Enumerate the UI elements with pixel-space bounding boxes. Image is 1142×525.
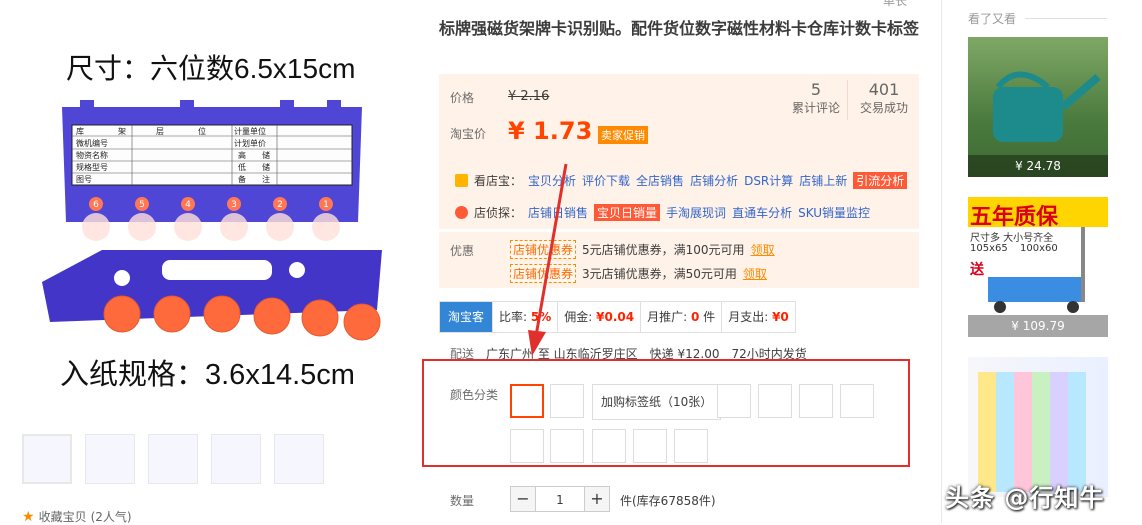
image-paper-text: 入纸规格：3.6x14.5cm <box>60 358 355 391</box>
svg-text:微机编号: 微机编号 <box>76 138 108 148</box>
svg-text:库: 库 <box>76 126 84 136</box>
link-ztc-analysis[interactable]: 直通车分析 <box>732 204 792 221</box>
quantity-label: 数量 <box>450 494 475 508</box>
product-main-image: 尺寸：六位数6.5x15cm 库架层位 计量单位 微机编号 计划单价 物资名称高储… <box>22 22 427 422</box>
svg-text:1: 1 <box>323 200 329 210</box>
svg-text:注: 注 <box>262 174 270 184</box>
image-size-text: 尺寸：六位数6.5x15cm <box>66 53 355 84</box>
quantity-stepper: − 1 + <box>510 486 610 512</box>
stat-trades-value: 401 <box>868 80 900 99</box>
sidebar-item-price: ¥ 24.78 <box>968 155 1108 177</box>
thumbnail-4[interactable] <box>211 434 261 484</box>
favorite-link[interactable]: ★ 收藏宝贝 (2人气) <box>22 508 132 525</box>
watermark: 头条 @行知牛 <box>945 484 1105 512</box>
envelope-icon <box>455 174 468 187</box>
annotation-arrow <box>528 163 568 356</box>
stat-reviews-value: 5 <box>810 80 822 99</box>
coupon-get-button[interactable]: 领取 <box>743 265 767 282</box>
metric-monthly-promo-label: 月推广: <box>647 310 688 324</box>
star-icon: ★ <box>22 508 35 525</box>
original-price: ¥ 2.16 <box>508 89 550 104</box>
coupon-text: 3元店铺优惠券，满50元可用 <box>582 267 737 281</box>
quantity-plus-button[interactable]: + <box>584 486 610 512</box>
sidebar-title-rule <box>1025 18 1107 19</box>
link-item-daily-sales[interactable]: 宝贝日销量 <box>594 204 661 221</box>
link-review-download[interactable]: 评价下载 <box>582 172 630 189</box>
kandianbao-label: 看店宝： <box>474 174 523 188</box>
metric-monthly-spend-value: ¥0 <box>772 310 789 324</box>
stat-trades-label: 交易成功 <box>859 101 908 115</box>
taobao-price-label: 淘宝价 <box>450 127 487 141</box>
link-shop-new[interactable]: 店铺上新 <box>799 172 847 189</box>
favorite-count: (2人气) <box>90 510 132 524</box>
sidebar-item[interactable] <box>968 357 1108 497</box>
svg-text:位: 位 <box>198 126 206 136</box>
detective-icon <box>455 206 468 219</box>
coupon-label: 优惠 <box>450 244 475 258</box>
taobaoke-metrics: 淘宝客 比率: 5% 佣金: ¥0.04 月推广: 0 件 月支出: ¥0 <box>439 301 796 333</box>
product-title: 标牌强磁货架牌卡识别贴。配件货位数字磁性材料卡仓库计数卡标签 <box>439 19 920 38</box>
svg-text:架: 架 <box>118 127 126 136</box>
svg-text:备: 备 <box>238 174 246 184</box>
thumbnail-3[interactable] <box>148 434 198 484</box>
svg-text:高: 高 <box>238 150 246 160</box>
highlight-box <box>422 359 910 467</box>
favorite-text: 收藏宝贝 <box>38 510 87 524</box>
thumbnail-1[interactable] <box>22 434 72 484</box>
taobaoke-badge[interactable]: 淘宝客 <box>440 302 493 332</box>
diantanzi-row: 店侦探： 店铺日销售 宝贝日销量 手淘展现词 直通车分析 SKU销量监控 <box>455 204 870 221</box>
svg-text:图号: 图号 <box>76 175 92 184</box>
svg-text:低: 低 <box>238 162 246 172</box>
diantanzi-label: 店侦探： <box>474 206 523 220</box>
quantity-minus-button[interactable]: − <box>510 486 536 512</box>
stat-reviews-label: 累计评论 <box>791 101 840 115</box>
link-shop-analysis[interactable]: 店铺分析 <box>690 172 738 189</box>
metric-monthly-spend: 月支出: ¥0 <box>721 302 795 332</box>
thumbnail-5[interactable] <box>274 434 324 484</box>
sidebar-item[interactable]: 五年质保 尺寸多 大小号齐全 105x65 100x60 送 ¥ 109.79 <box>968 197 1108 337</box>
svg-text:2: 2 <box>277 200 283 210</box>
svg-text:3: 3 <box>231 200 237 210</box>
link-dsr[interactable]: DSR计算 <box>744 172 793 189</box>
thumbnail-strip <box>22 434 324 484</box>
svg-text:规格型号: 规格型号 <box>76 162 108 172</box>
price-label: 价格 <box>450 91 475 105</box>
svg-text:储: 储 <box>262 162 270 172</box>
coupon-get-button[interactable]: 领取 <box>751 241 775 258</box>
taobao-price: ¥ 1.73 <box>508 117 593 145</box>
link-search-words[interactable]: 手淘展现词 <box>666 204 726 221</box>
folder-image <box>968 357 1108 497</box>
link-shop-sales[interactable]: 全店销售 <box>636 172 684 189</box>
thumbnail-2[interactable] <box>85 434 135 484</box>
svg-text:计划单价: 计划单价 <box>234 138 266 148</box>
sidebar-item-price: ¥ 109.79 <box>968 315 1108 337</box>
link-traffic-analysis[interactable]: 引流分析 <box>853 172 908 189</box>
stat-trades[interactable]: 401 交易成功 <box>852 80 916 116</box>
promo-tag: 卖家促销 <box>598 126 648 144</box>
stock-text: 件(库存67858件) <box>620 494 716 508</box>
sidebar-item[interactable]: ¥ 24.78 <box>968 37 1108 177</box>
coupon-text: 5元店铺优惠券，满100元可用 <box>582 243 745 257</box>
top-cut-text: 单长 <box>883 0 908 8</box>
svg-text:5: 5 <box>139 200 145 210</box>
svg-text:储: 储 <box>262 150 270 160</box>
svg-text:物资名称: 物资名称 <box>76 150 108 160</box>
quantity-input[interactable]: 1 <box>536 486 584 512</box>
metric-commission-value: ¥0.04 <box>596 310 635 324</box>
sidebar-title: 看了又看 <box>968 12 1017 26</box>
metric-monthly-promo-value: 0 <box>690 310 700 324</box>
metric-monthly-promo-suffix: 件 <box>703 310 716 324</box>
svg-text:4: 4 <box>185 200 191 210</box>
cart-ad-image: 五年质保 尺寸多 大小号齐全 105x65 100x60 送 ¥ 109.79 <box>968 197 1108 337</box>
svg-text:计量单位: 计量单位 <box>234 126 266 136</box>
link-sku-monitor[interactable]: SKU销量监控 <box>798 204 870 221</box>
svg-text:层: 层 <box>156 127 164 136</box>
svg-text:6: 6 <box>93 200 99 210</box>
sidebar-divider <box>941 0 942 523</box>
watering-can-image: ¥ 24.78 <box>968 37 1108 177</box>
metric-monthly-spend-label: 月支出: <box>728 310 769 324</box>
metric-monthly-promo: 月推广: 0 件 <box>640 302 721 332</box>
stat-reviews[interactable]: 5 累计评论 <box>785 80 848 120</box>
